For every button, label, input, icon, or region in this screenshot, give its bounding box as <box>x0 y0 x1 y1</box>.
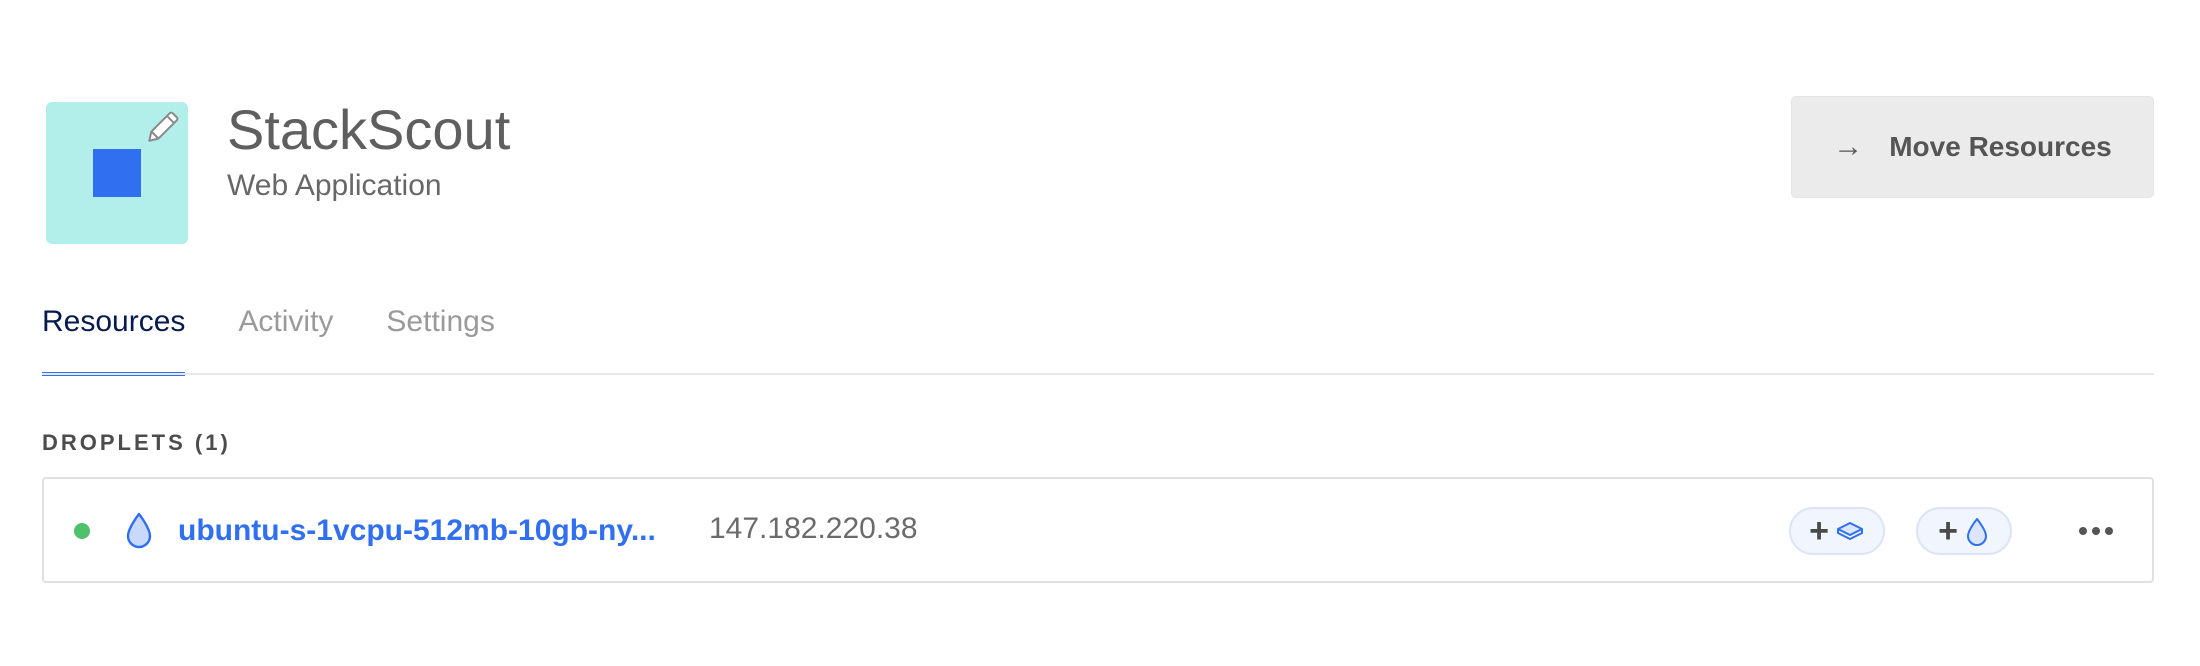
project-title: StackScout <box>227 98 511 161</box>
project-page: StackScout Web Application → Move Resour… <box>0 0 2200 666</box>
project-icon <box>46 102 188 244</box>
tab-activity[interactable]: Activity <box>238 300 333 376</box>
add-droplet-icon <box>1966 518 1987 546</box>
tabs-divider <box>42 373 2154 375</box>
add-volume-button[interactable]: + <box>1789 507 1885 555</box>
ellipsis-icon <box>2092 527 2100 535</box>
move-resources-button[interactable]: → Move Resources <box>1791 96 2154 198</box>
add-droplet-button[interactable]: + <box>1916 507 2012 555</box>
droplet-ip-address: 147.182.220.38 <box>709 512 918 545</box>
status-indicator <box>74 523 90 539</box>
project-square-icon <box>93 149 141 197</box>
tab-bar: Resources Activity Settings <box>42 300 495 376</box>
edit-pencil-icon[interactable] <box>140 106 184 150</box>
plus-icon: + <box>1938 512 1958 550</box>
ellipsis-icon <box>2105 527 2113 535</box>
droplet-name-link[interactable]: ubuntu-s-1vcpu-512mb-10gb-ny... <box>178 511 656 551</box>
plus-icon: + <box>1809 512 1829 550</box>
move-resources-label: Move Resources <box>1889 131 2112 162</box>
tab-resources[interactable]: Resources <box>42 300 186 376</box>
ellipsis-icon <box>2079 527 2087 535</box>
tab-settings[interactable]: Settings <box>386 300 494 376</box>
droplet-icon <box>126 512 152 549</box>
droplets-section-title: DROPLETS (1) <box>42 430 231 455</box>
project-subtitle: Web Application <box>227 169 442 202</box>
droplet-row: ubuntu-s-1vcpu-512mb-10gb-ny... 147.182.… <box>42 477 2154 583</box>
arrow-right-icon: → <box>1833 130 1864 163</box>
add-volume-icon <box>1836 522 1863 540</box>
more-options-button[interactable] <box>2076 511 2116 551</box>
